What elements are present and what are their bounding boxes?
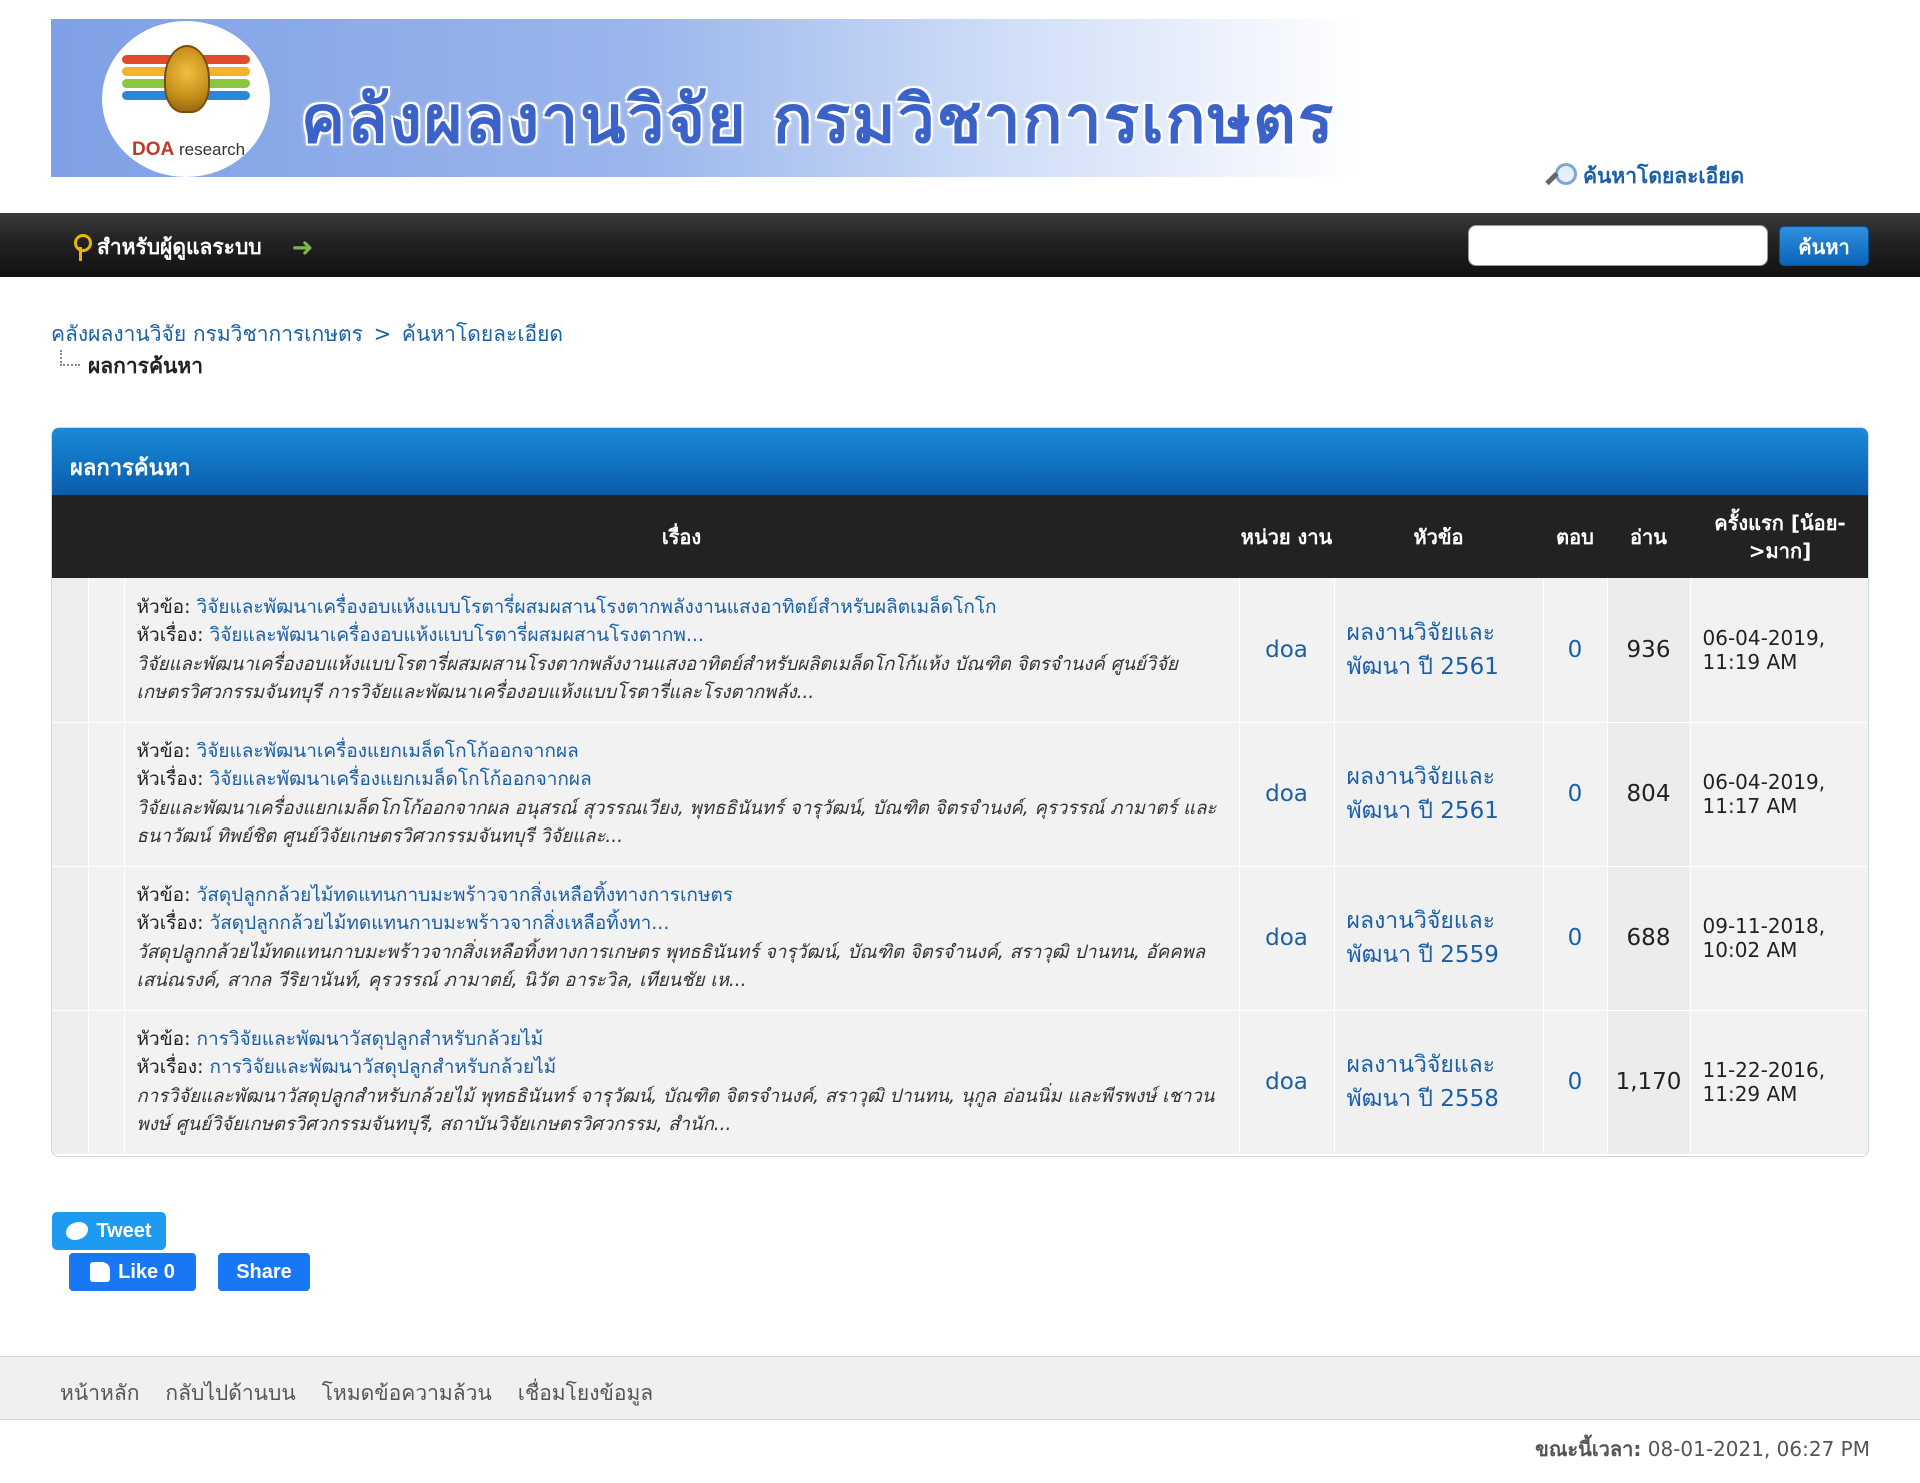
results-panel: ผลการค้นหา เรื่อง หน่วย งาน หัวข้อ ตอบ อ… <box>51 427 1869 1157</box>
twitter-bird-icon <box>66 1222 89 1240</box>
status-icon-cell <box>52 866 89 1011</box>
admin-login-link[interactable]: สำหรับผู้ดูแลระบบ ➜ <box>73 231 313 264</box>
key-icon <box>73 233 92 262</box>
table-row: หัวข้อ: การวิจัยและพัฒนาวัสดุปลูกสำหรับก… <box>52 1010 1868 1155</box>
search-input[interactable] <box>1468 225 1768 266</box>
col-header-replies[interactable]: ตอบ <box>1543 495 1607 578</box>
admin-login-label: สำหรับผู้ดูแลระบบ <box>97 235 262 259</box>
topic-link[interactable]: วิจัยและพัฒนาเครื่องแยกเมล็ดโกโก้ออกจากผ… <box>197 740 579 762</box>
search-button[interactable]: ค้นหา <box>1779 226 1869 266</box>
tweet-label: Tweet <box>96 1219 152 1242</box>
views-count: 1,170 <box>1607 1010 1691 1155</box>
footer-link-text-mode[interactable]: โหมดข้อความล้วน <box>322 1377 492 1410</box>
footer-link-data-link[interactable]: เชื่อมโยงข้อมูล <box>518 1377 653 1410</box>
like-label: Like 0 <box>118 1260 175 1283</box>
magnifier-icon <box>1547 162 1577 191</box>
forum-link[interactable]: ผลงานวิจัยและ พัฒนา ปี 2558 <box>1347 1052 1499 1112</box>
forum-link[interactable]: ผลงานวิจัยและ พัฒนา ปี 2559 <box>1347 908 1499 968</box>
current-time-label: ขณะนี้เวลา: <box>1535 1437 1642 1461</box>
footer-link-back-to-top[interactable]: กลับไปด้านบน <box>165 1377 295 1410</box>
thread-snippet: วิจัยและพัฒนาเครื่องแยกเมล็ดโกโก้ออกจากผ… <box>136 798 1217 847</box>
post-icon-cell <box>88 866 125 1011</box>
status-icon-cell <box>52 1010 89 1155</box>
thread-link[interactable]: วิจัยและพัฒนาเครื่องแยกเมล็ดโกโก้ออกจากผ… <box>210 768 592 790</box>
facebook-share-button[interactable]: Share <box>218 1253 310 1291</box>
logo-seal-icon <box>164 45 210 113</box>
thread-snippet: วิจัยและพัฒนาเครื่องอบแห้งแบบโรตารี่ผสมผ… <box>136 653 1178 703</box>
subject-cell: หัวข้อ: วิจัยและพัฒนาเครื่องแยกเมล็ดโกโก… <box>124 722 1240 867</box>
table-row: หัวข้อ: วิจัยและพัฒนาเครื่องอบแห้งแบบโรต… <box>52 578 1868 723</box>
topic-link[interactable]: วิจัยและพัฒนาเครื่องอบแห้งแบบโรตารี่ผสมผ… <box>197 596 997 618</box>
topic-link[interactable]: วัสดุปลูกกล้วยไม้ทดแทนกาบมะพร้าวจากสิ่งเ… <box>197 884 733 906</box>
replies-count[interactable]: 0 <box>1568 925 1583 951</box>
results-table: เรื่อง หน่วย งาน หัวข้อ ตอบ อ่าน ครั้งแร… <box>52 495 1868 1155</box>
replies-count[interactable]: 0 <box>1568 1069 1583 1095</box>
breadcrumb-current: ผลการค้นหา <box>60 350 203 383</box>
tweet-button[interactable]: Tweet <box>52 1212 166 1250</box>
first-post-date: 06-04-2019, 11:19 AM <box>1690 578 1868 723</box>
table-row: หัวข้อ: วิจัยและพัฒนาเครื่องแยกเมล็ดโกโก… <box>52 722 1868 867</box>
thread-link[interactable]: วัสดุปลูกกล้วยไม้ทดแทนกาบมะพร้าวจากสิ่งเ… <box>210 912 670 934</box>
footer-links: หน้าหลัก กลับไปด้านบน โหมดข้อความล้วน เช… <box>60 1377 653 1410</box>
first-post-date: 06-04-2019, 11:17 AM <box>1690 722 1868 867</box>
current-time-value: 08-01-2021, 06:27 PM <box>1641 1437 1870 1461</box>
facebook-like-button[interactable]: Like 0 <box>69 1253 196 1291</box>
col-header-subject[interactable]: เรื่อง <box>124 495 1239 578</box>
current-time: ขณะนี้เวลา: 08-01-2021, 06:27 PM <box>1535 1433 1870 1465</box>
results-panel-title: ผลการค้นหา <box>52 428 1868 495</box>
status-icon-cell <box>52 722 89 867</box>
subject-cell: หัวข้อ: วัสดุปลูกกล้วยไม้ทดแทนกาบมะพร้าว… <box>124 866 1240 1011</box>
first-post-date: 11-22-2016, 11:29 AM <box>1690 1010 1868 1155</box>
tree-connector <box>60 350 80 366</box>
footer-bar: หน้าหลัก กลับไปด้านบน โหมดข้อความล้วน เช… <box>0 1356 1920 1420</box>
col-header-views[interactable]: อ่าน <box>1607 495 1690 578</box>
doa-logo: DOA research <box>102 21 270 177</box>
arrow-right-icon: ➜ <box>291 232 314 263</box>
col-header-first-post[interactable]: ครั้งแรก [น้อย->มาก] <box>1690 495 1868 578</box>
footer-link-home[interactable]: หน้าหลัก <box>60 1377 139 1410</box>
status-icon-cell <box>52 578 89 723</box>
forum-link[interactable]: ผลงานวิจัยและ พัฒนา ปี 2561 <box>1347 620 1499 680</box>
breadcrumb: คลังผลงานวิจัย กรมวิชาการเกษตร > ค้นหาโด… <box>51 318 563 351</box>
replies-count[interactable]: 0 <box>1568 637 1583 663</box>
thread-snippet: การวิจัยและพัฒนาวัสดุปลูกสำหรับกล้วยไม้ … <box>136 1086 1215 1135</box>
subject-cell: หัวข้อ: การวิจัยและพัฒนาวัสดุปลูกสำหรับก… <box>124 1010 1240 1155</box>
site-banner[interactable]: DOA research คลังผลงานวิจัย กรมวิชาการเก… <box>51 19 1361 177</box>
unit-link[interactable]: doa <box>1265 1069 1308 1095</box>
thread-snippet: วัสดุปลูกกล้วยไม้ทดแทนกาบมะพร้าวจากสิ่งเ… <box>136 942 1206 991</box>
top-navbar: สำหรับผู้ดูแลระบบ ➜ ค้นหา <box>0 213 1920 277</box>
subject-cell: หัวข้อ: วิจัยและพัฒนาเครื่องอบแห้งแบบโรต… <box>124 578 1240 723</box>
views-count: 936 <box>1607 578 1691 723</box>
unit-link[interactable]: doa <box>1265 781 1308 807</box>
topic-link[interactable]: การวิจัยและพัฒนาวัสดุปลูกสำหรับกล้วยไม้ <box>197 1028 544 1050</box>
post-icon-cell <box>88 722 125 867</box>
page-title: ผลการค้นหา <box>88 354 203 378</box>
post-icon-cell <box>88 1010 125 1155</box>
replies-count[interactable]: 0 <box>1568 781 1583 807</box>
advanced-search-link[interactable]: ค้นหาโดยละเอียด <box>1547 160 1744 193</box>
unit-link[interactable]: doa <box>1265 637 1308 663</box>
forum-link[interactable]: ผลงานวิจัยและ พัฒนา ปี 2561 <box>1347 764 1499 824</box>
table-row: หัวข้อ: วัสดุปลูกกล้วยไม้ทดแทนกาบมะพร้าว… <box>52 866 1868 1011</box>
thumbs-up-icon <box>90 1262 111 1282</box>
breadcrumb-advanced-search[interactable]: ค้นหาโดยละเอียด <box>402 322 563 346</box>
views-count: 804 <box>1607 722 1691 867</box>
breadcrumb-home[interactable]: คลังผลงานวิจัย กรมวิชาการเกษตร <box>51 322 363 346</box>
post-icon-cell <box>88 578 125 723</box>
table-header-row: เรื่อง หน่วย งาน หัวข้อ ตอบ อ่าน ครั้งแร… <box>52 495 1868 578</box>
breadcrumb-separator: > <box>373 322 392 346</box>
banner-title: คลังผลงานวิจัย กรมวิชาการเกษตร <box>301 81 1336 158</box>
first-post-date: 09-11-2018, 10:02 AM <box>1690 866 1868 1011</box>
col-header-unit[interactable]: หน่วย งาน <box>1239 495 1334 578</box>
views-count: 688 <box>1607 866 1691 1011</box>
thread-link[interactable]: การวิจัยและพัฒนาวัสดุปลูกสำหรับกล้วยไม้ <box>210 1056 557 1078</box>
col-header-forum[interactable]: หัวข้อ <box>1334 495 1543 578</box>
thread-link[interactable]: วิจัยและพัฒนาเครื่องอบแห้งแบบโรตารี่ผสมผ… <box>210 624 704 646</box>
unit-link[interactable]: doa <box>1265 925 1308 951</box>
logo-text: DOA research <box>132 139 246 160</box>
advanced-search-label: ค้นหาโดยละเอียด <box>1583 164 1745 188</box>
